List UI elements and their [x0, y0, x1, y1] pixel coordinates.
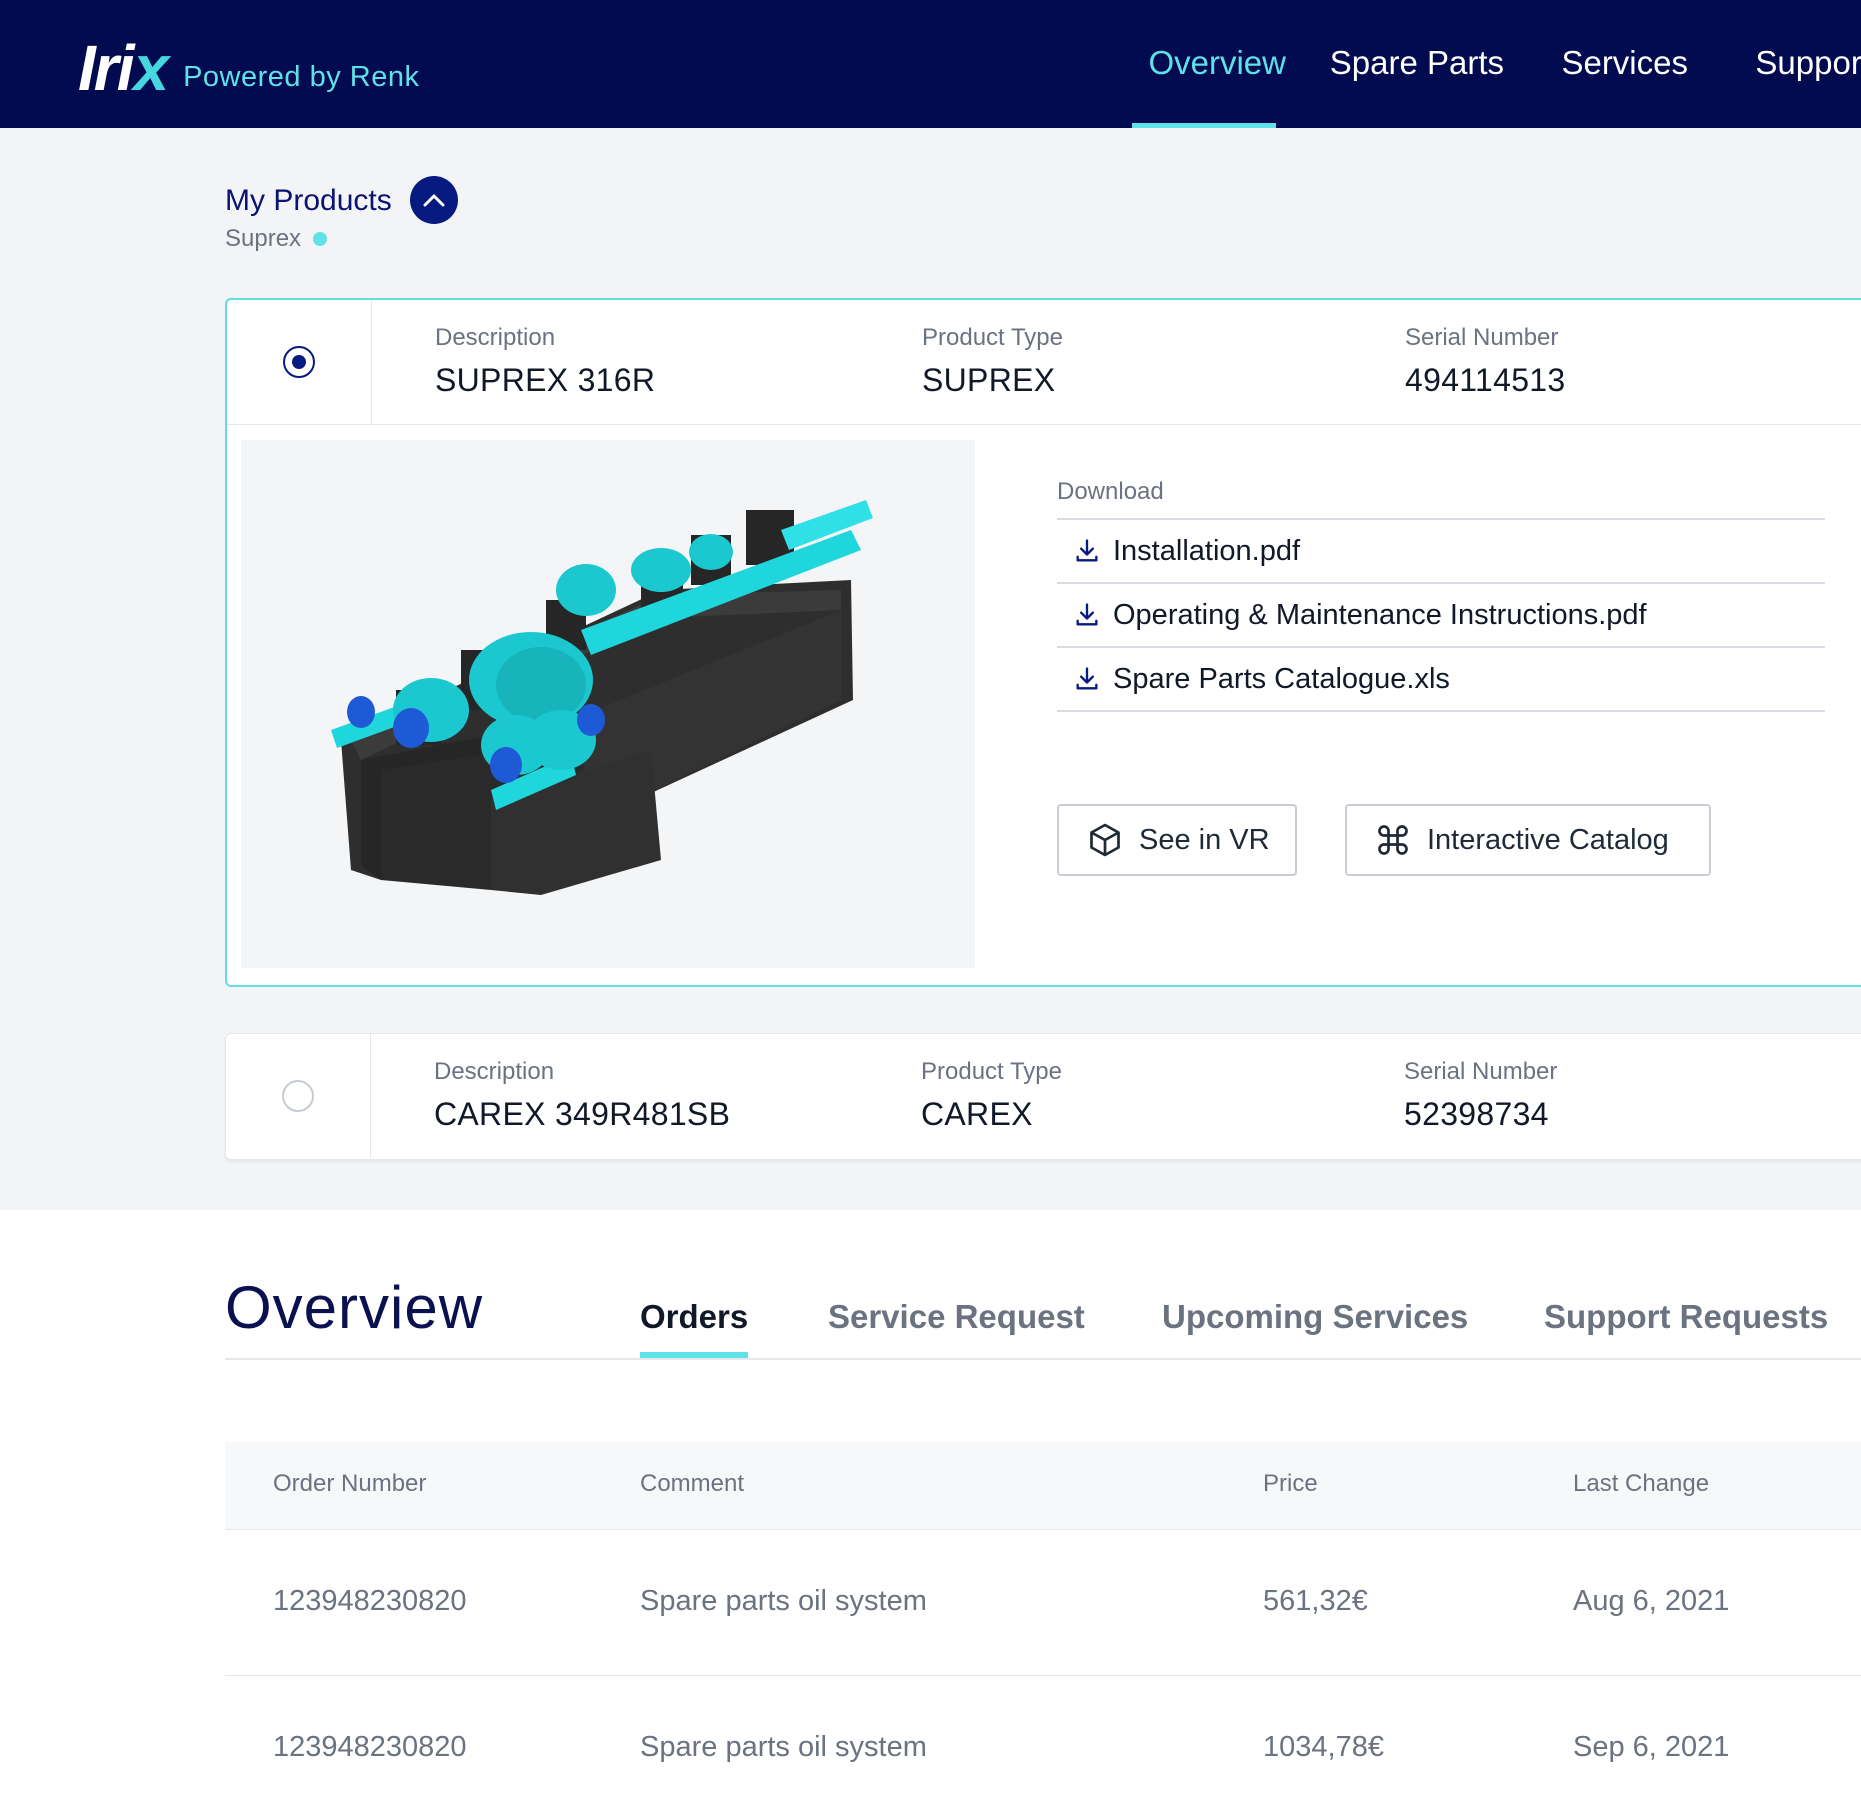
nav-active-indicator: [1132, 123, 1276, 128]
cube-icon: [1090, 823, 1120, 857]
last-change-cell: Sep 6, 2021: [1573, 1731, 1730, 1763]
price-cell: 1034,78€: [1263, 1731, 1384, 1763]
product-radio-unselected[interactable]: [282, 1080, 314, 1112]
serial-number-value: 494114513: [1405, 362, 1566, 398]
description-label: Description: [434, 1058, 555, 1085]
product-summary-row[interactable]: Description CAREX 349R481SB Product Type…: [226, 1034, 1861, 1158]
interactive-catalog-label: Interactive Catalog: [1427, 823, 1669, 856]
download-icon: [1076, 539, 1098, 562]
card-divider: [227, 424, 1861, 425]
download-icon: [1076, 667, 1098, 690]
products-subtitle: Suprex: [225, 225, 328, 253]
download-filename: Spare Parts Catalogue.xls: [1113, 662, 1450, 695]
collapse-products-button[interactable]: [410, 176, 458, 224]
description-label: Description: [435, 324, 556, 351]
nav-services[interactable]: Services: [1561, 44, 1688, 82]
product-card-suprex: Description SUPREX 316R Product Type SUP…: [225, 298, 1861, 987]
command-icon: [1378, 825, 1408, 855]
table-header: Order Number Comment Price Last Change: [225, 1442, 1861, 1530]
tab-support-requests[interactable]: Support Requests: [1544, 1298, 1828, 1336]
download-spare-parts-catalogue[interactable]: Spare Parts Catalogue.xls: [1057, 648, 1825, 712]
column-order-number[interactable]: Order Number: [273, 1470, 426, 1498]
my-products-title: My Products: [225, 184, 392, 217]
order-number-cell: 123948230820: [273, 1585, 467, 1617]
product-family-label: Suprex: [225, 225, 302, 252]
tab-upcoming-services[interactable]: Upcoming Services: [1162, 1298, 1468, 1336]
column-comment[interactable]: Comment: [640, 1470, 744, 1498]
logo-wordmark: Iri: [78, 32, 134, 104]
product-type-value: SUPREX: [922, 362, 1056, 398]
interactive-catalog-button[interactable]: Interactive Catalog: [1345, 804, 1711, 876]
serial-number-label: Serial Number: [1404, 1058, 1558, 1085]
logo-tagline: Powered by Renk: [183, 61, 420, 93]
description-value: SUPREX 316R: [435, 362, 656, 398]
product-summary-row[interactable]: Description SUPREX 316R Product Type SUP…: [227, 300, 1861, 424]
product-card-carex[interactable]: Description CAREX 349R481SB Product Type…: [225, 1033, 1861, 1160]
status-dot: [313, 232, 328, 246]
gearbox-illustration: [331, 500, 873, 895]
column-last-change[interactable]: Last Change: [1573, 1470, 1709, 1498]
download-filename: Installation.pdf: [1113, 534, 1301, 567]
comment-cell: Spare parts oil system: [640, 1585, 927, 1617]
irix-logo[interactable]: Iri x Powered by Renk: [78, 30, 419, 100]
product-type-label: Product Type: [921, 1058, 1062, 1085]
comment-cell: Spare parts oil system: [640, 1731, 927, 1763]
orders-table: Order Number Comment Price Last Change 1…: [225, 1442, 1861, 1800]
overview-section: Overview Orders Service Request Upcoming…: [0, 1210, 1861, 1800]
overview-title: Overview: [225, 1274, 484, 1341]
downloads-label: Download: [1057, 478, 1825, 520]
download-operating-maintenance[interactable]: Operating & Maintenance Instructions.pdf: [1057, 584, 1825, 648]
chevron-up-icon: [423, 194, 445, 207]
table-row[interactable]: 123948230820 Spare parts oil system 1034…: [225, 1676, 1861, 1800]
order-number-cell: 123948230820: [273, 1731, 467, 1763]
tab-active-indicator: [640, 1352, 748, 1358]
table-row[interactable]: 123948230820 Spare parts oil system 561,…: [225, 1530, 1861, 1676]
serial-number-value: 52398734: [1404, 1096, 1549, 1132]
product-type-label: Product Type: [922, 324, 1063, 351]
tab-orders[interactable]: Orders: [640, 1298, 748, 1336]
product-type-value: CAREX: [921, 1096, 1033, 1132]
see-in-vr-button[interactable]: See in VR: [1057, 804, 1297, 876]
product-select-cell: [226, 1034, 371, 1158]
top-navbar: Iri x Powered by Renk Overview Spare Part…: [0, 0, 1861, 128]
product-3d-image: [241, 440, 975, 968]
nav-overview[interactable]: Overview: [1148, 44, 1286, 82]
nav-spare-parts[interactable]: Spare Parts: [1330, 44, 1504, 82]
download-filename: Operating & Maintenance Instructions.pdf: [1113, 598, 1647, 631]
price-cell: 561,32€: [1263, 1585, 1368, 1617]
download-installation[interactable]: Installation.pdf: [1057, 520, 1825, 584]
download-icon: [1076, 603, 1098, 626]
product-select-cell: [227, 300, 372, 424]
see-in-vr-label: See in VR: [1139, 823, 1270, 856]
serial-number-label: Serial Number: [1405, 324, 1559, 351]
column-price[interactable]: Price: [1263, 1470, 1318, 1498]
tab-service-request[interactable]: Service Request: [828, 1298, 1085, 1336]
last-change-cell: Aug 6, 2021: [1573, 1585, 1730, 1617]
downloads-panel: Download Installation.pdf Operating & Ma…: [1057, 478, 1825, 712]
product-radio-selected[interactable]: [283, 346, 315, 378]
nav-support[interactable]: Support: [1755, 44, 1861, 82]
logo-x-mark: x: [133, 32, 170, 104]
tabs-divider: [225, 1358, 1861, 1360]
description-value: CAREX 349R481SB: [434, 1096, 731, 1132]
